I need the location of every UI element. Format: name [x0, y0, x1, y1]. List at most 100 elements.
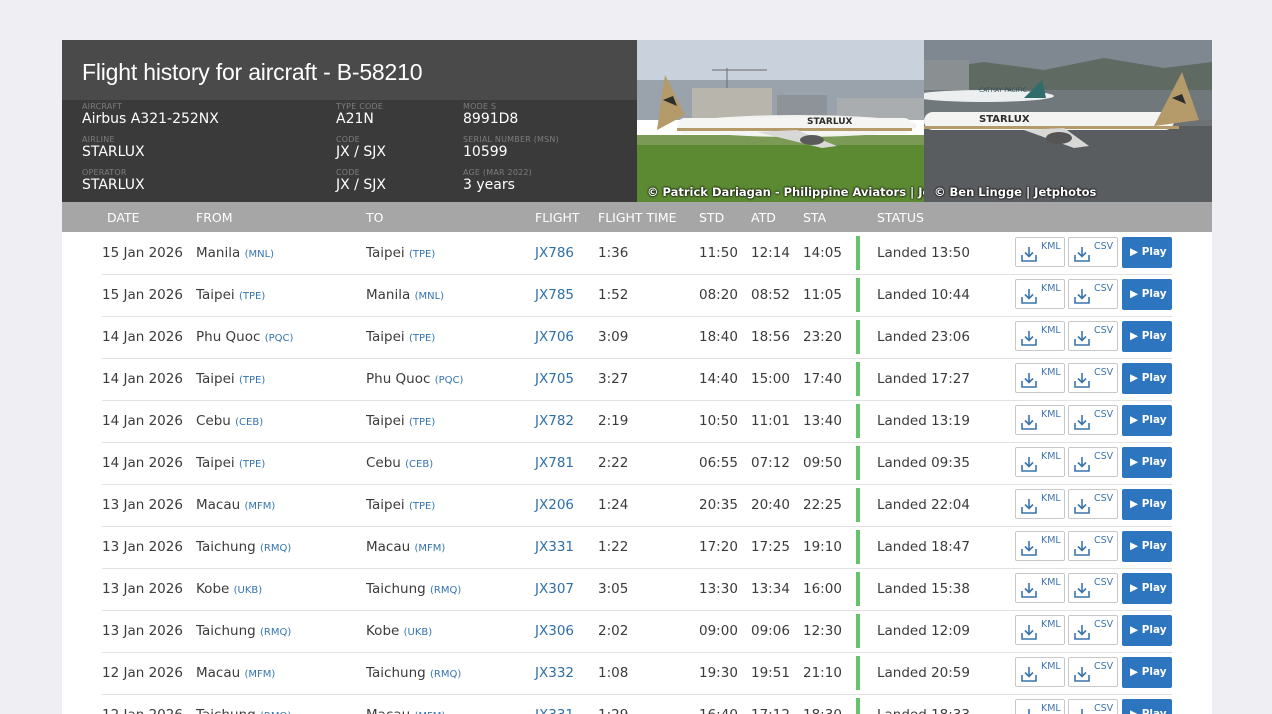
- row-from-city: Taichung: [196, 539, 256, 555]
- kml-download-button[interactable]: KML: [1015, 447, 1065, 477]
- row-to: Cebu (CEB): [366, 455, 433, 471]
- kml-download-button[interactable]: KML: [1015, 363, 1065, 393]
- play-button[interactable]: ▶ Play: [1122, 405, 1172, 436]
- row-from-code[interactable]: (MFM): [244, 669, 275, 680]
- row-flight-link[interactable]: JX782: [535, 413, 574, 429]
- row-to-code[interactable]: (UKB): [404, 627, 433, 638]
- csv-download-button[interactable]: CSV: [1068, 489, 1118, 519]
- row-to: Taichung (RMQ): [366, 665, 461, 681]
- row-from-code[interactable]: (RMQ): [260, 627, 291, 638]
- kml-download-button[interactable]: KML: [1015, 573, 1065, 603]
- kml-download-button[interactable]: KML: [1015, 237, 1065, 267]
- csv-download-button[interactable]: CSV: [1068, 447, 1118, 477]
- row-flight-link[interactable]: JX332: [535, 665, 574, 681]
- play-button[interactable]: ▶ Play: [1122, 447, 1172, 478]
- row-from-code[interactable]: (MNL): [245, 249, 274, 260]
- row-to-code[interactable]: (TPE): [409, 249, 435, 260]
- row-from-code[interactable]: (UKB): [234, 585, 263, 596]
- row-status: Landed 12:09: [877, 623, 970, 639]
- airline-code-value: JX / SJX: [336, 144, 386, 160]
- play-button[interactable]: ▶ Play: [1122, 489, 1172, 520]
- row-flight-link[interactable]: JX706: [535, 329, 574, 345]
- row-flight-link[interactable]: JX331: [535, 707, 574, 714]
- play-button[interactable]: ▶ Play: [1122, 573, 1172, 604]
- play-button[interactable]: ▶ Play: [1122, 615, 1172, 646]
- status-indicator: [856, 488, 860, 522]
- play-button[interactable]: ▶ Play: [1122, 237, 1172, 268]
- row-from-code[interactable]: (PQC): [265, 333, 294, 344]
- csv-label: CSV: [1094, 535, 1114, 546]
- table-row: 13 Jan 2026 Macau (MFM) Taipei (TPE) JX206 1…: [102, 484, 1172, 527]
- csv-download-button[interactable]: CSV: [1068, 321, 1118, 351]
- csv-download-button[interactable]: CSV: [1068, 699, 1118, 714]
- aircraft-photo-2[interactable]: CATHAY PACIFIC STARLUX © Ben Lingge | Je…: [924, 40, 1212, 202]
- csv-download-button[interactable]: CSV: [1068, 405, 1118, 435]
- play-button[interactable]: ▶ Play: [1122, 531, 1172, 562]
- row-flight-time: 1:29: [598, 707, 628, 714]
- row-from-code[interactable]: (MFM): [244, 501, 275, 512]
- aircraft-info: Flight history for aircraft - B-58210 AI…: [62, 40, 637, 202]
- aircraft-photo-1[interactable]: STARLUX © Patrick Dariagan - Philippine …: [637, 40, 924, 202]
- row-to-code[interactable]: (RMQ): [430, 669, 461, 680]
- csv-download-button[interactable]: CSV: [1068, 531, 1118, 561]
- row-flight-link[interactable]: JX786: [535, 245, 574, 261]
- csv-download-button[interactable]: CSV: [1068, 573, 1118, 603]
- download-icon: [1025, 709, 1033, 714]
- kml-download-button[interactable]: KML: [1015, 405, 1065, 435]
- csv-download-button[interactable]: CSV: [1068, 615, 1118, 645]
- row-to-code[interactable]: (MNL): [415, 291, 444, 302]
- csv-download-button[interactable]: CSV: [1068, 657, 1118, 687]
- row-from-code[interactable]: (RMQ): [260, 543, 291, 554]
- kml-label: KML: [1041, 535, 1061, 546]
- play-label: ▶ Play: [1130, 330, 1167, 342]
- play-button[interactable]: ▶ Play: [1122, 657, 1172, 688]
- row-to-code[interactable]: (TPE): [409, 501, 435, 512]
- kml-download-button[interactable]: KML: [1015, 321, 1065, 351]
- play-label: ▶ Play: [1130, 540, 1167, 552]
- row-flight-link[interactable]: JX331: [535, 539, 574, 555]
- row-flight-link[interactable]: JX705: [535, 371, 574, 387]
- play-button[interactable]: ▶ Play: [1122, 699, 1172, 714]
- kml-download-button[interactable]: KML: [1015, 699, 1065, 714]
- row-to-code[interactable]: (RMQ): [430, 585, 461, 596]
- row-flight-link[interactable]: JX307: [535, 581, 574, 597]
- table-row: 13 Jan 2026 Taichung (RMQ) Macau (MFM) JX33…: [102, 526, 1172, 569]
- play-button[interactable]: ▶ Play: [1122, 279, 1172, 310]
- row-flight-link[interactable]: JX206: [535, 497, 574, 513]
- csv-download-button[interactable]: CSV: [1068, 279, 1118, 309]
- row-from-code[interactable]: (TPE): [239, 291, 265, 302]
- row-from-code[interactable]: (TPE): [239, 375, 265, 386]
- row-atd: 11:01: [751, 413, 790, 429]
- row-from-code[interactable]: (TPE): [239, 459, 265, 470]
- row-status: Landed 22:04: [877, 497, 970, 513]
- row-to-code[interactable]: (TPE): [409, 333, 435, 344]
- row-to-code[interactable]: (PQC): [435, 375, 464, 386]
- airline-label: AIRLINE: [82, 135, 115, 144]
- csv-download-button[interactable]: CSV: [1068, 237, 1118, 267]
- csv-download-button[interactable]: CSV: [1068, 363, 1118, 393]
- row-to: Taichung (RMQ): [366, 581, 461, 597]
- row-sta: 18:30: [803, 707, 842, 714]
- row-to-code[interactable]: (TPE): [409, 417, 435, 428]
- row-flight-link[interactable]: JX785: [535, 287, 574, 303]
- play-button[interactable]: ▶ Play: [1122, 363, 1172, 394]
- title-bar: Flight history for aircraft - B-58210: [62, 40, 637, 100]
- row-to-code[interactable]: (MFM): [414, 543, 445, 554]
- download-icon: [1078, 709, 1086, 714]
- kml-download-button[interactable]: KML: [1015, 489, 1065, 519]
- row-sta: 14:05: [803, 245, 842, 261]
- row-atd: 18:56: [751, 329, 790, 345]
- msn-field: SERIAL NUMBER (MSN) 10599: [463, 135, 559, 161]
- row-from-code[interactable]: (CEB): [235, 417, 263, 428]
- row-to-code[interactable]: (CEB): [405, 459, 433, 470]
- play-button[interactable]: ▶ Play: [1122, 321, 1172, 352]
- row-flight-link[interactable]: JX306: [535, 623, 574, 639]
- kml-download-button[interactable]: KML: [1015, 531, 1065, 561]
- download-icon: [1074, 667, 1090, 682]
- kml-download-button[interactable]: KML: [1015, 279, 1065, 309]
- row-flight-link[interactable]: JX781: [535, 455, 574, 471]
- kml-download-button[interactable]: KML: [1015, 657, 1065, 687]
- kml-download-button[interactable]: KML: [1015, 615, 1065, 645]
- row-to-city: Manila: [366, 287, 411, 303]
- row-to: Macau (MFM): [366, 707, 445, 714]
